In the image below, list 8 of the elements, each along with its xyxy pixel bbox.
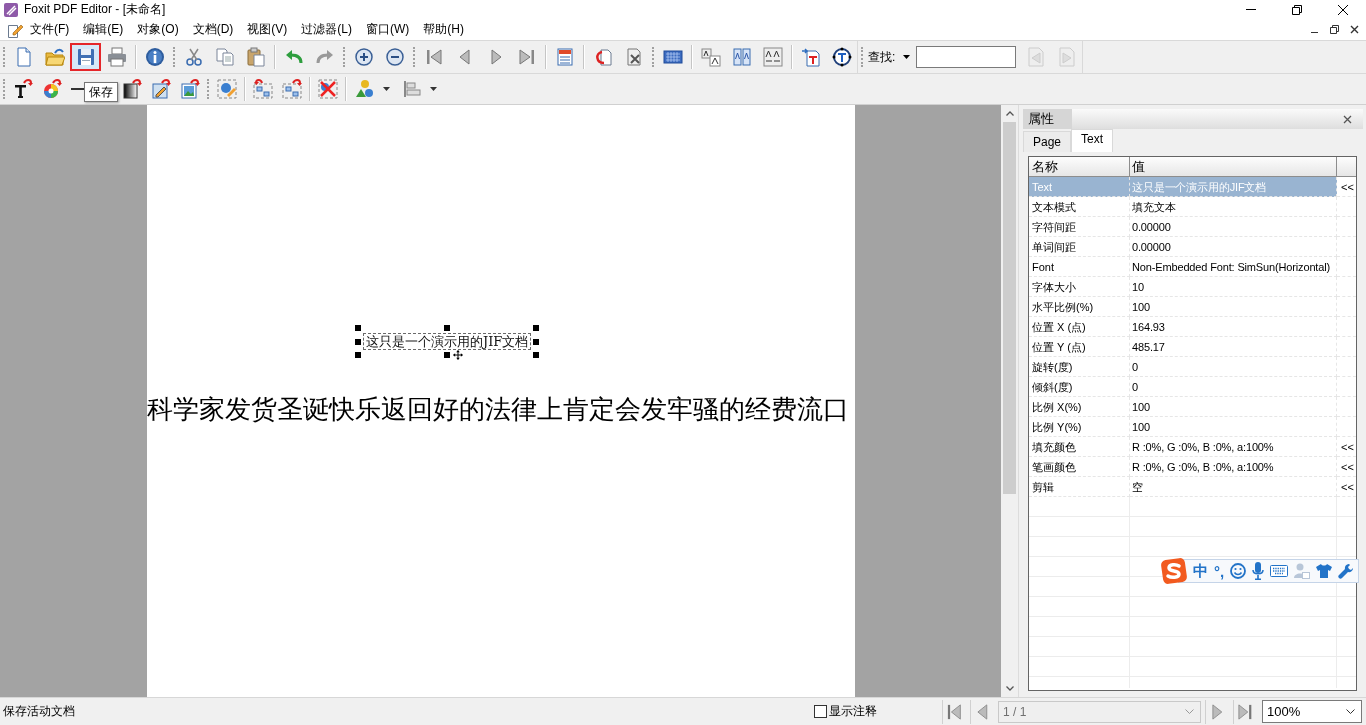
column-header: 值 [1130,157,1337,177]
status-message: 保存活动文档 [3,703,75,720]
tooltip: 保存 [84,82,118,102]
window-title: Foxit PDF Editor - [未命名] [24,1,166,18]
find-label: 查找: [868,48,896,66]
panel-title: 属性 [1023,109,1072,129]
body-text: 科学家发货圣诞快乐返回好的法律上肯定会发牢骚的经费流口 [147,395,849,424]
column-header: 名称 [1029,157,1130,177]
